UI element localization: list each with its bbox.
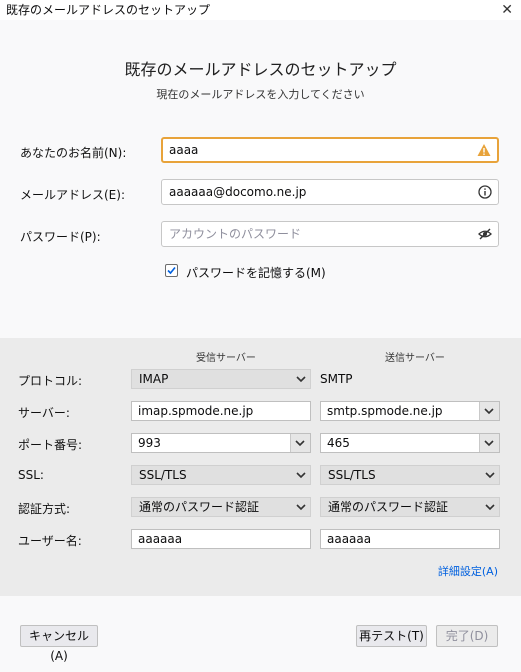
close-icon[interactable]: ✕ <box>501 0 513 20</box>
chevron-down-icon <box>484 408 494 415</box>
incoming-ssl-select[interactable]: SSL/TLS <box>131 465 311 485</box>
incoming-port-value: 993 <box>138 436 161 450</box>
outgoing-port-combo[interactable]: 465 <box>320 433 500 453</box>
outgoing-port-value: 465 <box>327 436 350 450</box>
port-label: ポート番号: <box>18 438 83 452</box>
outgoing-server-header: 送信サーバー <box>385 353 445 364</box>
incoming-auth-value: 通常のパスワード認証 <box>139 500 260 514</box>
outgoing-username-value: aaaaaa <box>327 532 372 546</box>
password-placeholder: アカウントのパスワード <box>169 227 302 241</box>
incoming-auth-select[interactable]: 通常のパスワード認証 <box>131 497 311 517</box>
window-title: 既存のメールアドレスのセットアップ <box>6 3 211 17</box>
remember-password-checkbox[interactable] <box>165 264 178 277</box>
server-label: サーバー: <box>18 406 70 420</box>
outgoing-server-combo[interactable]: smtp.spmode.ne.jp <box>320 401 500 421</box>
checkmark-icon <box>167 266 176 275</box>
chevron-down-icon <box>295 440 305 447</box>
cancel-button[interactable]: キャンセル(A) <box>20 625 98 663</box>
page-subtitle: 現在のメールアドレスを入力してください <box>156 88 365 101</box>
incoming-protocol-select[interactable]: IMAP <box>131 369 311 389</box>
chevron-down-icon <box>485 472 495 479</box>
chevron-down-icon <box>485 504 495 511</box>
outgoing-protocol-value: SMTP <box>320 372 353 386</box>
outgoing-server-dropdown-button[interactable] <box>479 402 499 420</box>
remember-password-label[interactable]: パスワードを記憶する(M) <box>186 264 326 281</box>
incoming-port-dropdown-button[interactable] <box>290 434 310 452</box>
chevron-down-icon <box>296 504 306 511</box>
warning-icon <box>477 144 491 156</box>
chevron-down-icon <box>484 440 494 447</box>
advanced-settings-link[interactable]: 詳細設定(A) <box>438 563 498 579</box>
retest-button[interactable]: 再テスト(T) <box>356 625 427 647</box>
outgoing-ssl-select[interactable]: SSL/TLS <box>320 465 500 485</box>
name-field[interactable]: aaaa <box>161 137 499 163</box>
email-label: メールアドレス(E): <box>20 188 125 202</box>
auth-label: 認証方式: <box>18 502 71 516</box>
password-label: パスワード(P): <box>20 230 101 244</box>
done-button[interactable]: 完了(D) <box>436 625 498 647</box>
incoming-port-combo[interactable]: 993 <box>131 433 311 453</box>
email-value: aaaaaa@docomo.ne.jp <box>169 185 307 199</box>
info-icon[interactable] <box>478 185 492 199</box>
incoming-server-input[interactable]: imap.spmode.ne.jp <box>131 401 311 421</box>
page-title: 既存のメールアドレスのセットアップ <box>124 60 397 79</box>
incoming-protocol-value: IMAP <box>139 372 169 386</box>
incoming-username-input[interactable]: aaaaaa <box>131 529 311 549</box>
email-field[interactable]: aaaaaa@docomo.ne.jp <box>161 179 499 205</box>
outgoing-username-input[interactable]: aaaaaa <box>320 529 500 549</box>
protocol-label: プロトコル: <box>18 374 83 388</box>
name-label: あなたのお名前(N): <box>20 146 127 160</box>
outgoing-ssl-value: SSL/TLS <box>328 468 376 482</box>
incoming-username-value: aaaaaa <box>138 532 183 546</box>
outgoing-auth-value: 通常のパスワード認証 <box>328 500 449 514</box>
eye-slash-icon[interactable] <box>478 227 492 241</box>
chevron-down-icon <box>296 376 306 383</box>
incoming-ssl-value: SSL/TLS <box>139 468 187 482</box>
outgoing-server-value: smtp.spmode.ne.jp <box>327 404 443 418</box>
outgoing-auth-select[interactable]: 通常のパスワード認証 <box>320 497 500 517</box>
password-field[interactable]: アカウントのパスワード <box>161 221 499 247</box>
ssl-label: SSL: <box>18 468 44 482</box>
incoming-server-value: imap.spmode.ne.jp <box>138 404 254 418</box>
outgoing-port-dropdown-button[interactable] <box>479 434 499 452</box>
chevron-down-icon <box>296 472 306 479</box>
username-label: ユーザー名: <box>18 534 82 548</box>
title-bar: 既存のメールアドレスのセットアップ ✕ <box>0 0 521 20</box>
incoming-server-header: 受信サーバー <box>196 353 256 364</box>
name-value: aaaa <box>169 143 199 157</box>
